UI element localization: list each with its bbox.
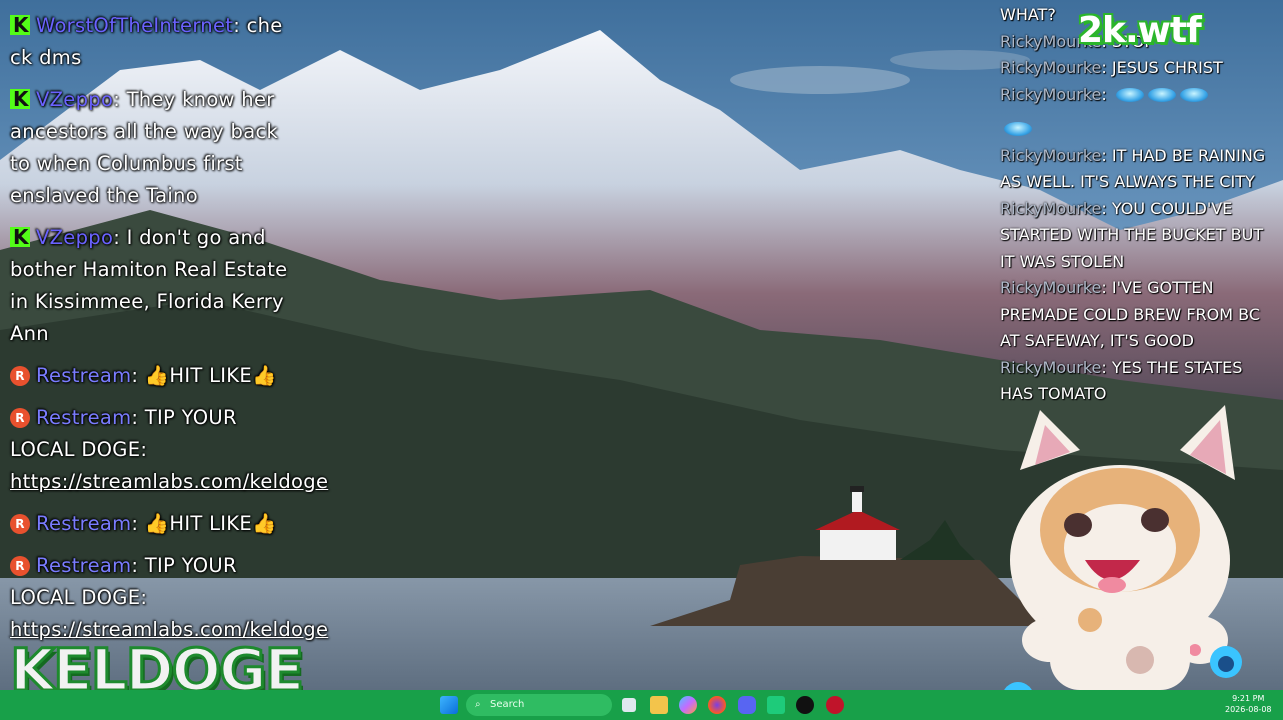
chat-message: RickyMourke: IT HAD BE RAINING AS WELL. …	[1000, 145, 1266, 192]
chat-message: R Restream: TIP YOUR LOCAL DOGE: https://…	[10, 406, 329, 493]
video-app-icon[interactable]	[826, 696, 844, 714]
chat-message: R Restream: 👍HIT LIKE👍	[10, 508, 295, 540]
chat-message: RickyMourke: JESUS CHRIST	[1000, 58, 1223, 77]
clock-date: 2026-08-08	[1225, 705, 1272, 714]
chat-username: RickyMourke	[1000, 357, 1102, 377]
taskbar-search[interactable]: ⌕ Search	[466, 694, 612, 716]
chat-text: 👍HIT LIKE👍	[144, 364, 277, 387]
chat-message: WorstOfTheInternet: che ck dms	[10, 9, 295, 74]
system-clock[interactable]: 9:21 PM 2026-08-08	[1225, 693, 1272, 715]
chat-text: WHAT?	[1000, 5, 1056, 24]
firefox-icon[interactable]	[708, 696, 726, 714]
chat-username: Restream	[36, 364, 132, 387]
chat-link[interactable]: https://streamlabs.com/keldoge	[10, 470, 328, 493]
chat-message	[1000, 116, 1280, 143]
chat-text: 👍HIT LIKE👍	[144, 512, 277, 535]
chat-username: Restream	[36, 554, 132, 577]
clock-time: 9:21 PM	[1232, 694, 1265, 703]
chat-message: RickyMourke:	[1000, 82, 1280, 109]
left-chat-feed: WorstOfTheInternet: che ck dms VZeppo: T…	[10, 9, 329, 656]
search-label: Search	[490, 699, 525, 710]
kick-icon	[10, 83, 30, 115]
restream-app-icon[interactable]	[796, 696, 814, 714]
discord-icon[interactable]	[738, 696, 756, 714]
2kwtf-logo: 2k.wtf	[1078, 10, 1202, 51]
chat-username: VZeppo	[36, 226, 114, 249]
chat-message: VZeppo: They know her ancestors all the …	[10, 83, 295, 212]
chat-text: JESUS CHRIST	[1111, 58, 1223, 77]
emote-icon	[1147, 87, 1176, 102]
right-chat-feed: WHAT? RickyMourke: STOP RickyMourke: JES…	[1000, 2, 1280, 408]
restream-icon: R	[10, 408, 30, 428]
chat-username: RickyMourke	[1000, 278, 1102, 297]
chat-message: R Restream: 👍HIT LIKE👍	[10, 360, 295, 392]
chat-message: RickyMourke: I'VE GOTTEN PREMADE COLD BR…	[1000, 278, 1261, 350]
chat-username: RickyMourke	[1000, 84, 1102, 104]
chat-username: Restream	[36, 406, 132, 429]
emote-icon	[1179, 87, 1208, 102]
kick-icon	[10, 9, 30, 41]
chat-username: Restream	[36, 512, 132, 535]
emote-icon	[1004, 122, 1032, 136]
chat-username: RickyMourke	[1000, 58, 1102, 77]
app-icon[interactable]	[767, 696, 785, 714]
chat-username: RickyMourke	[1000, 198, 1102, 218]
chat-message: R Restream: TIP YOUR LOCAL DOGE: https://…	[10, 554, 329, 641]
start-button[interactable]	[440, 696, 458, 714]
emote-icon	[1115, 87, 1144, 102]
copilot-icon[interactable]	[679, 696, 697, 714]
chat-message: VZeppo: I don't go and bother Hamiton Re…	[10, 221, 295, 350]
search-icon: ⌕	[475, 699, 481, 710]
chat-message: RickyMourke: YOU COULD'VE STARTED WITH T…	[1000, 198, 1264, 271]
restream-icon: R	[10, 514, 30, 534]
kick-icon	[10, 221, 30, 253]
file-explorer-icon[interactable]	[650, 696, 668, 714]
chat-username: VZeppo	[36, 88, 114, 111]
windows-taskbar: ⌕ Search 9:21 PM 2026-08-08	[0, 690, 1283, 720]
restream-icon: R	[10, 556, 30, 576]
restream-icon: R	[10, 366, 30, 386]
chat-username: WorstOfTheInternet	[36, 14, 234, 37]
chat-username: RickyMourke	[1000, 145, 1102, 165]
task-view-icon[interactable]	[622, 698, 636, 712]
chat-message: RickyMourke: YES THE STATES HAS TOMATO	[1000, 357, 1243, 404]
